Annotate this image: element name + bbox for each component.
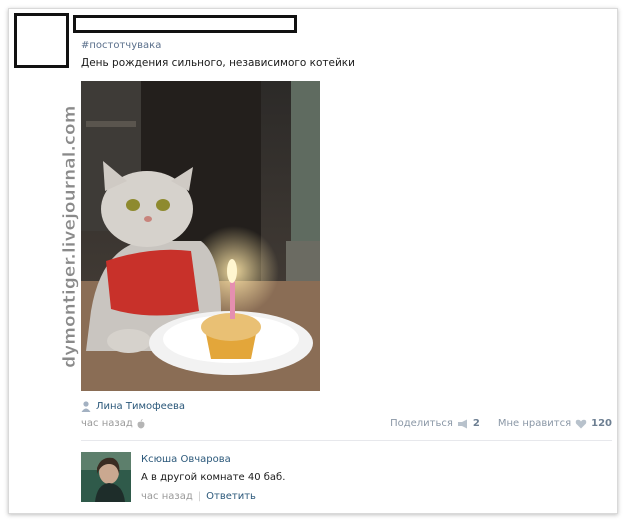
reply-button[interactable]: Ответить (206, 491, 256, 502)
megaphone-icon[interactable] (457, 419, 469, 429)
apple-icon (137, 418, 145, 428)
comment-avatar[interactable] (81, 452, 131, 502)
post-author-name[interactable]: Лина Тимофеева (96, 401, 185, 412)
post-text: День рождения сильного, независимого кот… (81, 57, 355, 69)
redacted-avatar[interactable] (14, 13, 69, 68)
post-actions: Поделиться 2 Мне нравится 120 (390, 418, 612, 429)
meta-separator: | (197, 491, 202, 502)
post-time-row: час назад (81, 418, 145, 429)
watermark-text: dymontiger.livejournal.com (60, 106, 80, 368)
share-count: 2 (472, 418, 480, 429)
like-label[interactable]: Мне нравится (498, 418, 571, 429)
post-photo[interactable] (81, 81, 320, 391)
comment-author[interactable]: Ксюша Овчарова (141, 454, 231, 465)
redacted-author-name[interactable] (73, 15, 297, 33)
person-icon (81, 401, 91, 412)
commenter-photo (81, 452, 131, 502)
share-label[interactable]: Поделиться (390, 418, 453, 429)
heart-icon[interactable] (575, 419, 587, 429)
comment-meta: час назад | Ответить (141, 491, 256, 502)
post-time[interactable]: час назад (81, 418, 133, 429)
like-count: 120 (591, 418, 612, 429)
birthday-cat-image (81, 81, 320, 391)
comment-text: А в другой комнате 40 баб. (141, 472, 286, 483)
hashtag-link[interactable]: #постотчувака (81, 40, 161, 51)
watermark: dymontiger.livejournal.com (60, 105, 80, 368)
post-author[interactable]: Лина Тимофеева (81, 401, 185, 412)
comments-divider (81, 440, 612, 441)
comment-time[interactable]: час назад (141, 491, 193, 502)
